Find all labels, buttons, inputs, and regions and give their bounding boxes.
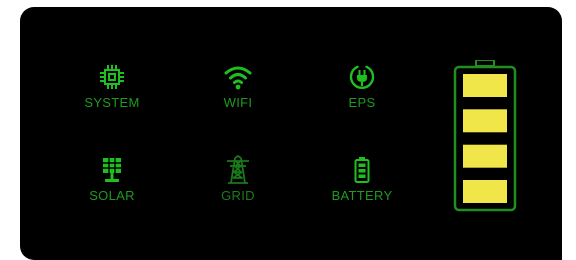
indicator-label-eps: EPS <box>348 95 376 110</box>
battery-gauge-cell <box>463 74 507 97</box>
wifi-icon <box>224 66 252 90</box>
power-tower-icon <box>227 155 249 184</box>
plug-icon <box>349 65 375 90</box>
indicator-battery: BATTERY <box>317 155 407 225</box>
indicator-label-system: SYSTEM <box>84 95 140 110</box>
indicator-label-solar: SOLAR <box>89 188 135 203</box>
indicator-wifi: WIFI <box>193 62 283 132</box>
indicator-grid: GRID <box>193 155 283 225</box>
indicator-label-wifi: WIFI <box>223 95 253 110</box>
indicator-system: SYSTEM <box>67 62 157 132</box>
battery-gauge-cell <box>463 109 507 133</box>
battery-gauge-cell <box>463 180 507 203</box>
battery-gauge-cell <box>463 144 507 168</box>
indicator-eps: EPS <box>317 62 407 132</box>
status-panel: SYSTEM WIFI EPS SOLAR GRID BATTERY <box>20 7 562 260</box>
battery-level-gauge <box>453 60 517 212</box>
battery-icon <box>354 157 370 183</box>
indicator-solar: SOLAR <box>67 155 157 225</box>
indicator-label-battery: BATTERY <box>331 188 393 203</box>
indicator-label-grid: GRID <box>221 188 255 203</box>
chip-icon <box>100 65 124 89</box>
solar-panel-icon <box>103 158 121 182</box>
battery-gauge-terminal <box>475 60 495 67</box>
